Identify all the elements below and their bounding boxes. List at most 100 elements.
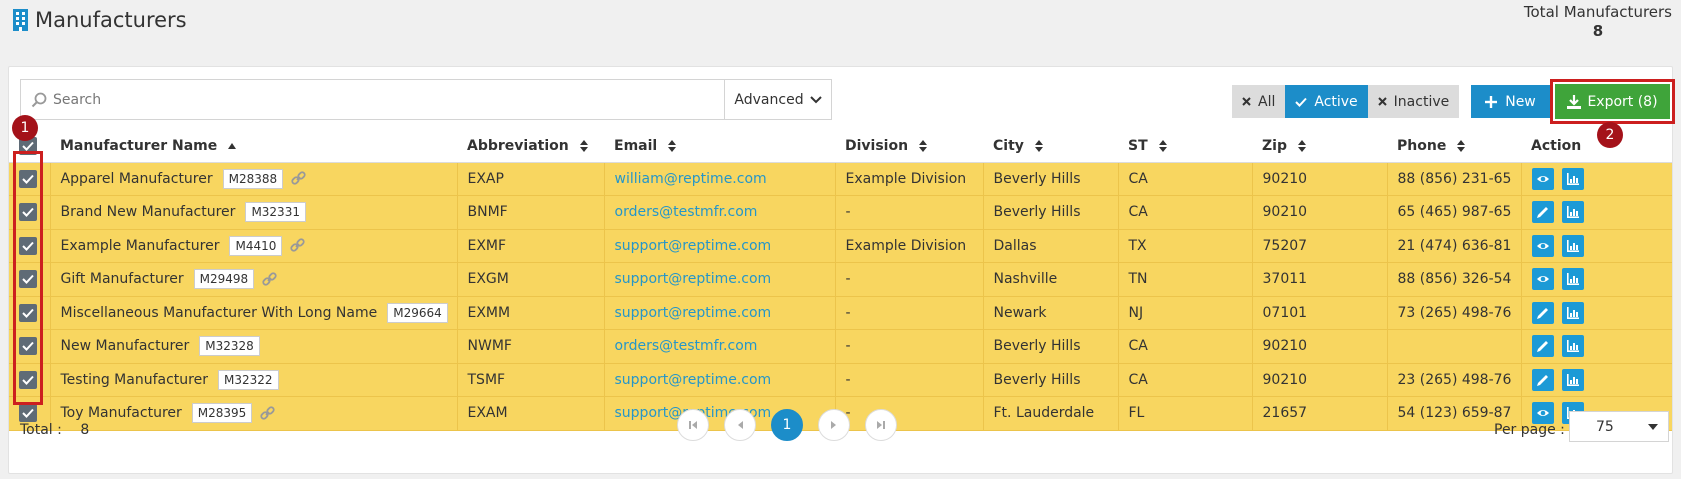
next-page-icon — [831, 421, 836, 429]
table-row[interactable]: Miscellaneous Manufacturer With Long Nam… — [9, 296, 1672, 330]
cell-city: Dallas — [982, 229, 1118, 263]
col-header-email[interactable]: Email — [604, 131, 835, 163]
stats-button[interactable] — [1561, 234, 1584, 257]
cell-division: Example Division — [834, 229, 983, 263]
page-button-current[interactable]: 1 — [771, 409, 803, 441]
stats-button[interactable] — [1561, 335, 1584, 358]
row-checkbox[interactable] — [19, 236, 37, 255]
cell-zip: 90210 — [1251, 363, 1387, 397]
stats-button[interactable] — [1561, 301, 1584, 324]
view-button[interactable] — [1531, 234, 1554, 257]
cell-email[interactable]: william@reptime.com — [603, 162, 835, 196]
manufacturer-code-badge: M32328 — [199, 336, 260, 357]
last-page-button[interactable] — [865, 409, 897, 441]
col-header-division[interactable]: Division — [835, 131, 983, 163]
cell-email[interactable]: orders@testmfr.com — [603, 329, 835, 364]
col-header-zip-label: Zip — [1262, 138, 1287, 155]
row-checkbox[interactable] — [19, 203, 37, 222]
cell-abbreviation: EXAP — [456, 162, 604, 196]
cell-manufacturer-name[interactable]: New Manufacturer M32328 — [49, 329, 457, 364]
edit-button[interactable] — [1531, 368, 1554, 391]
cell-phone: 88 (856) 231-65 — [1386, 162, 1521, 196]
link-icon[interactable] — [291, 171, 306, 186]
table-row[interactable]: Example Manufacturer M4410 EXMF support@rep… — [9, 229, 1672, 263]
view-button[interactable] — [1531, 167, 1554, 190]
stats-button[interactable] — [1561, 167, 1584, 190]
stats-button[interactable] — [1561, 268, 1584, 291]
search-input[interactable] — [53, 91, 653, 108]
cell-email[interactable]: orders@testmfr.com — [603, 195, 835, 230]
cell-manufacturer-name[interactable]: Apparel Manufacturer M28388 — [49, 162, 457, 196]
cell-zip: 07101 — [1251, 296, 1387, 330]
table-row[interactable]: Gift Manufacturer M29498 EXGM support@repti… — [9, 262, 1672, 297]
cell-email[interactable]: support@reptime.com — [603, 229, 835, 263]
cell-manufacturer-name[interactable]: Gift Manufacturer M29498 — [49, 262, 457, 297]
cell-manufacturer-name[interactable]: Testing Manufacturer M32322 — [49, 363, 457, 397]
prev-page-button[interactable] — [724, 409, 756, 441]
edit-button[interactable] — [1531, 201, 1554, 224]
prev-page-icon — [738, 421, 743, 429]
pencil-icon — [1536, 374, 1548, 386]
table-row[interactable]: New Manufacturer M32328 NWMF orders@testmfr… — [9, 329, 1672, 364]
col-header-abbreviation[interactable]: Abbreviation — [457, 131, 604, 163]
status-filter-group: All Active Inactive — [1232, 85, 1460, 118]
cell-zip: 90210 — [1251, 329, 1387, 364]
next-page-button[interactable] — [818, 409, 850, 441]
table-row[interactable]: Testing Manufacturer M32322 TSMF support@re… — [9, 363, 1672, 397]
col-header-phone-label: Phone — [1397, 138, 1447, 155]
cell-email[interactable]: support@reptime.com — [603, 363, 835, 397]
row-checkbox[interactable] — [19, 337, 37, 356]
stats-button[interactable] — [1561, 201, 1584, 224]
cell-email[interactable]: support@reptime.com — [603, 296, 835, 330]
cell-state: TN — [1117, 262, 1252, 297]
stats-button[interactable] — [1561, 368, 1584, 391]
advanced-search-button[interactable]: Advanced — [724, 80, 831, 119]
export-button[interactable]: Export (8) — [1555, 84, 1670, 119]
cell-state: TX — [1117, 229, 1252, 263]
row-checkbox[interactable] — [19, 270, 37, 289]
check-icon — [22, 174, 34, 184]
col-header-city[interactable]: City — [983, 131, 1118, 163]
row-checkbox[interactable] — [19, 169, 37, 188]
view-button[interactable] — [1531, 268, 1554, 291]
search-bar: Advanced — [20, 79, 832, 120]
check-icon — [22, 275, 34, 285]
row-select-cell — [9, 162, 50, 196]
cell-manufacturer-name[interactable]: Miscellaneous Manufacturer With Long Nam… — [49, 296, 457, 330]
filter-inactive-button[interactable]: Inactive — [1367, 85, 1460, 118]
col-header-name[interactable]: Manufacturer Name — [50, 131, 457, 163]
cell-email[interactable]: support@reptime.com — [603, 262, 835, 297]
cell-city: Nashville — [982, 262, 1118, 297]
export-label: Export (8) — [1587, 93, 1658, 110]
new-button[interactable]: New — [1471, 85, 1550, 118]
edit-button[interactable] — [1531, 301, 1554, 324]
bar-chart-icon — [1566, 306, 1579, 319]
row-checkbox[interactable] — [19, 370, 37, 389]
row-checkbox[interactable] — [19, 303, 37, 322]
cell-state: CA — [1117, 195, 1252, 230]
cell-manufacturer-name[interactable]: Brand New Manufacturer M32331 — [49, 195, 457, 230]
cell-abbreviation: EXMM — [456, 296, 604, 330]
eye-icon — [1536, 276, 1549, 283]
col-header-phone[interactable]: Phone — [1387, 131, 1521, 163]
col-header-st[interactable]: ST — [1118, 131, 1252, 163]
per-page-select[interactable]: 75 — [1569, 411, 1669, 442]
table-row[interactable]: Brand New Manufacturer M32331 BNMF orders@t… — [9, 195, 1672, 230]
manufacturer-name: Example Manufacturer — [60, 237, 220, 254]
link-icon[interactable] — [262, 272, 277, 287]
filter-all-button[interactable]: All — [1232, 85, 1286, 118]
filter-active-button[interactable]: Active — [1285, 85, 1368, 118]
page-title-text: Manufacturers — [35, 8, 187, 32]
top-bar: Manufacturers Total Manufacturers 8 — [0, 0, 1681, 62]
download-icon — [1567, 94, 1582, 109]
cell-manufacturer-name[interactable]: Example Manufacturer M4410 — [49, 229, 457, 263]
link-icon[interactable] — [290, 238, 305, 253]
row-select-cell — [9, 363, 50, 397]
edit-button[interactable] — [1531, 335, 1554, 358]
check-icon — [22, 241, 34, 251]
cell-city: Beverly Hills — [982, 195, 1118, 230]
table-row[interactable]: Apparel Manufacturer M28388 EXAP william@re… — [9, 162, 1672, 196]
cell-abbreviation: EXMF — [456, 229, 604, 263]
first-page-button[interactable] — [677, 409, 709, 441]
col-header-zip[interactable]: Zip — [1252, 131, 1387, 163]
